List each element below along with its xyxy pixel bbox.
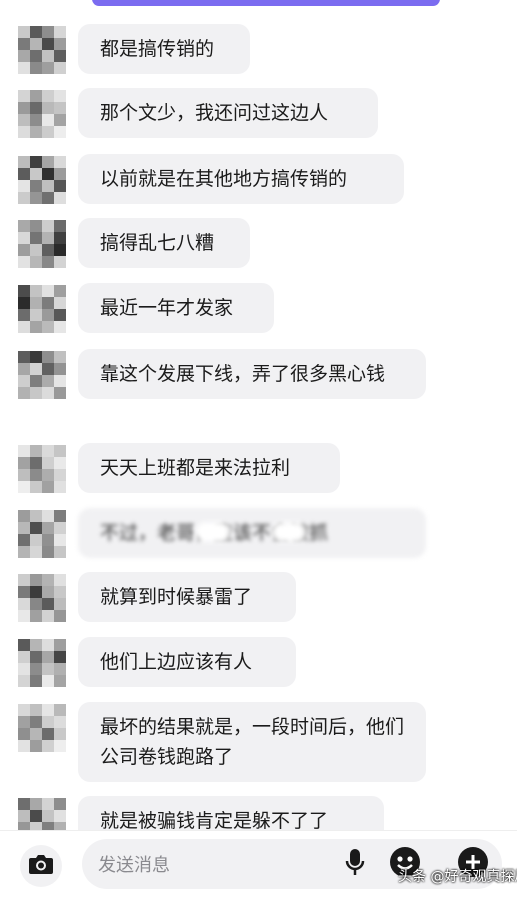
avatar[interactable] <box>18 351 66 399</box>
obscured-mark <box>272 522 306 542</box>
watermark: 头条 @好奇观真探局 <box>398 869 517 885</box>
avatar[interactable] <box>18 445 66 493</box>
message-bubble[interactable]: 那个文少，我还问过这边人 <box>78 88 378 138</box>
camera-button[interactable] <box>20 845 62 887</box>
avatar[interactable] <box>18 639 66 687</box>
camera-icon <box>27 852 55 880</box>
message-bubble[interactable]: 都是搞传销的 <box>78 24 250 74</box>
avatar[interactable] <box>18 26 66 74</box>
message-bubble[interactable]: 搞得乱七八糟 <box>78 218 250 268</box>
avatar[interactable] <box>18 90 66 138</box>
voice-button[interactable] <box>340 849 370 879</box>
avatar[interactable] <box>18 574 66 622</box>
message-bubble[interactable]: 不过，老哥，应该不会被抓 <box>78 508 426 558</box>
message-input-placeholder: 发送消息 <box>98 855 170 876</box>
avatar[interactable] <box>18 704 66 752</box>
microphone-icon <box>345 848 365 880</box>
avatar[interactable] <box>18 220 66 268</box>
chat-message-list[interactable]: 都是搞传销的 那个文少，我还问过这边人 以前就是在其他地方搞传销的 搞得乱七八糟 <box>0 0 517 846</box>
avatar[interactable] <box>18 156 66 204</box>
message-bubble[interactable]: 他们上边应该有人 <box>78 637 296 687</box>
message-bubble[interactable]: 靠这个发展下线，弄了很多黑心钱 <box>78 349 426 399</box>
message-bubble[interactable]: 最坏的结果就是，一段时间后，他们公司卷钱跑路了 <box>78 702 426 782</box>
message-bubble[interactable]: 以前就是在其他地方搞传销的 <box>78 154 404 204</box>
message-bubble[interactable]: 就算到时候暴雷了 <box>78 572 296 622</box>
message-bubble[interactable]: 最近一年才发家 <box>78 283 274 333</box>
message-composer: 发送消息 <box>0 830 517 898</box>
avatar[interactable] <box>18 285 66 333</box>
obscured-mark <box>196 522 230 542</box>
avatar[interactable] <box>18 510 66 558</box>
message-bubble[interactable]: 天天上班都是来法拉利 <box>78 443 340 493</box>
